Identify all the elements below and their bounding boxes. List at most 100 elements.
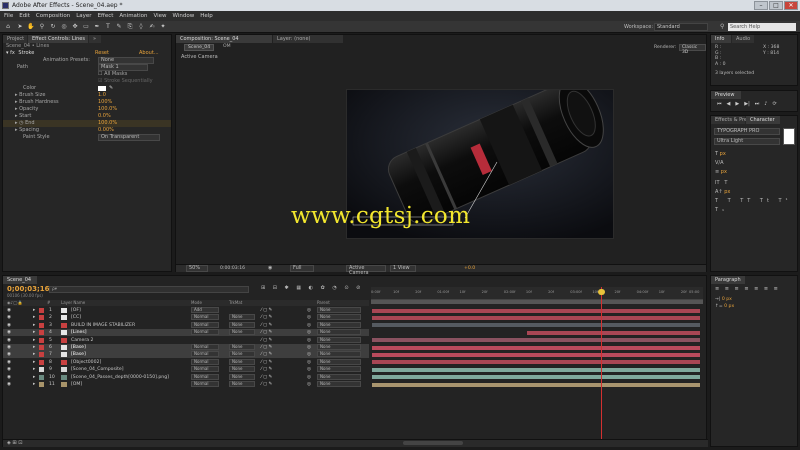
baseline-unit[interactable]: px xyxy=(724,189,730,195)
zoom-select[interactable]: 50% xyxy=(186,265,208,272)
tab-timeline-scene04[interactable]: Scene_04 xyxy=(3,276,37,284)
tab-preview[interactable]: Preview xyxy=(711,91,741,99)
layer-name[interactable]: [Lines] xyxy=(71,329,87,336)
path-select[interactable]: Mask 1 xyxy=(98,64,148,71)
layer-row[interactable]: ◉ ▸ 8 [Object0002] Normal None ⁄ ◻ ✎ ◎ None xyxy=(3,358,369,366)
view-layout-select[interactable]: 1 View xyxy=(390,265,416,272)
layer-duration-bar[interactable] xyxy=(371,307,701,314)
layer-duration-bar[interactable] xyxy=(371,344,701,351)
layer-row[interactable]: ◉ ▸ 1 [OF] Add ⁄ ◻ ✎ ◎ None xyxy=(3,307,369,314)
timeline-search-input[interactable]: ρ▾ xyxy=(49,286,249,293)
layer-row[interactable]: ◉ ▸ 6 [Base] Normal None ⁄ ◻ ✎ ◎ None xyxy=(3,344,369,351)
tab-overflow[interactable]: » xyxy=(89,35,101,43)
layer-name[interactable]: [Scene_04_Passes_depth[0000-0150].png] xyxy=(71,374,169,381)
prop-color-row[interactable]: Color ✎ xyxy=(3,85,171,92)
prop-start-row[interactable]: ▸ Start 0.0% xyxy=(3,113,171,120)
layer-duration-bar[interactable] xyxy=(371,381,701,388)
tab-composition[interactable]: Composition: Scene_04 xyxy=(176,35,272,43)
menu-file[interactable]: File xyxy=(4,11,13,21)
alignment-buttons[interactable]: ≡ ≡ ≡ ≡ ≡ ≡ ≡ xyxy=(715,286,780,292)
layer-row[interactable]: ◉ ▸ 4 [Lines] Normal None ⁄ ◻ ✎ ◎ None xyxy=(3,329,369,337)
layer-duration-bar[interactable] xyxy=(371,314,701,321)
label-color-chip[interactable] xyxy=(39,308,44,313)
tab-audio[interactable]: Audio xyxy=(732,35,754,43)
parent-select[interactable]: None xyxy=(317,336,361,343)
expand-arrow-icon[interactable]: ▸ xyxy=(33,329,35,336)
blend-mode-select[interactable]: Normal xyxy=(191,358,219,365)
clone-tool-icon[interactable]: ⎘ xyxy=(126,23,134,31)
label-color-chip[interactable] xyxy=(39,337,44,343)
parent-pickwhip-icon[interactable]: ◎ xyxy=(307,374,311,381)
timeline-switches-toolbar[interactable]: ⊞ ⊟ ✱ ▦ ◐ ✿ ◔ ⊙ ⊘ xyxy=(261,285,363,291)
visibility-eye-icon[interactable]: ◉ xyxy=(7,381,11,388)
parent-pickwhip-icon[interactable]: ◎ xyxy=(307,351,311,358)
zoom-slider[interactable] xyxy=(403,441,463,445)
tab-effect-controls[interactable]: Effect Controls: Lines xyxy=(28,35,88,43)
menu-effect[interactable]: Effect xyxy=(98,11,114,21)
label-color-chip[interactable] xyxy=(39,382,44,387)
prop-spacing-row[interactable]: ▸ Spacing 0.00% xyxy=(3,127,171,134)
tab-paragraph[interactable]: Paragraph xyxy=(711,276,745,284)
next-frame-icon[interactable]: ▶| xyxy=(744,101,750,107)
hand-tool-icon[interactable]: ✋ xyxy=(27,23,35,31)
expand-arrow-icon[interactable]: ▸ xyxy=(15,120,18,126)
blend-mode-select[interactable]: Normal xyxy=(191,351,219,358)
maximize-icon[interactable]: □ xyxy=(769,1,783,10)
layer-name[interactable]: BUILD IN IMAGE STABILIZER xyxy=(71,322,135,329)
label-color-chip[interactable] xyxy=(39,359,44,365)
home-icon[interactable]: ⌂ xyxy=(4,23,12,31)
tab-layer[interactable]: Layer: (none) xyxy=(273,35,343,43)
prop-value[interactable]: 0.00% xyxy=(98,127,114,134)
label-color-chip[interactable] xyxy=(39,367,44,373)
time-ruler[interactable]: 0:00f 10f 20f 01:00f 10f 20f 02:00f 10f 20f 03:00… xyxy=(371,287,703,300)
layer-duration-bar[interactable] xyxy=(371,322,701,329)
parent-select[interactable]: None xyxy=(317,351,361,358)
prop-opacity-row[interactable]: ▸ Opacity 100.0% xyxy=(3,106,171,113)
layer-switches[interactable]: ⁄ ◻ ✎ xyxy=(261,337,272,344)
expand-arrow-icon[interactable]: ▸ xyxy=(33,314,35,321)
camera-snapshot-icon[interactable]: ◉ xyxy=(268,265,272,272)
visibility-eye-icon[interactable]: ◉ xyxy=(7,322,11,329)
footer-timecode[interactable]: 0:00:03:16 xyxy=(220,265,245,272)
visibility-eye-icon[interactable]: ◉ xyxy=(7,337,11,344)
camera-tool-icon[interactable]: ◎ xyxy=(60,23,68,31)
expand-arrow-icon[interactable]: ▸ xyxy=(15,106,18,112)
layer-row[interactable]: ◉ ▸ 5 Camera 2 ⁄ ◻ ✎ ◎ None xyxy=(3,336,369,344)
paint-style-select[interactable]: On Transparent xyxy=(98,134,160,141)
layer-switches[interactable]: ⁄ ◻ ✎ xyxy=(261,344,272,351)
layer-switches[interactable]: ⁄ ◻ ✎ xyxy=(261,307,272,314)
pan-behind-tool-icon[interactable]: ✥ xyxy=(71,23,79,31)
layer-name[interactable]: [Scene_04_Composite] xyxy=(71,366,124,373)
visibility-eye-icon[interactable]: ◉ xyxy=(7,329,11,336)
menu-animation[interactable]: Animation xyxy=(119,11,147,21)
track-matte-select[interactable]: None xyxy=(229,329,255,336)
roto-tool-icon[interactable]: ✍ xyxy=(148,23,156,31)
layer-duration-bar[interactable] xyxy=(526,329,701,336)
menu-edit[interactable]: Edit xyxy=(19,11,30,21)
parent-select[interactable]: None xyxy=(317,314,361,321)
layer-name[interactable]: [Object0002] xyxy=(71,359,101,366)
parent-select[interactable]: None xyxy=(317,358,361,365)
search-help-input[interactable]: Search Help xyxy=(728,23,796,31)
font-size-unit[interactable]: px xyxy=(720,151,726,157)
rotate-tool-icon[interactable]: ↻ xyxy=(49,23,57,31)
expand-arrow-icon[interactable]: ▸ xyxy=(33,374,35,381)
puppet-tool-icon[interactable]: ✦ xyxy=(159,23,167,31)
expand-arrow-icon[interactable]: ▸ xyxy=(15,127,18,133)
expand-arrow-icon[interactable]: ▸ xyxy=(15,92,18,98)
all-masks-checkbox[interactable]: ☐ All Masks xyxy=(3,71,171,78)
eraser-tool-icon[interactable]: ◊ xyxy=(137,23,145,31)
mask-tool-icon[interactable]: ▭ xyxy=(82,23,90,31)
layer-duration-bar[interactable] xyxy=(371,337,701,344)
reset-link[interactable]: Reset xyxy=(95,50,109,57)
label-color-chip[interactable] xyxy=(39,345,44,350)
layer-name[interactable]: [Base] xyxy=(71,344,86,351)
layer-row[interactable]: ◉ ▸ 7 [Base] Normal None ⁄ ◻ ✎ ◎ None xyxy=(3,351,369,359)
expand-arrow-icon[interactable]: ▸ xyxy=(33,307,35,314)
blend-mode-select[interactable]: Normal xyxy=(191,373,219,380)
layer-name[interactable]: [Base] xyxy=(71,351,86,358)
fill-color-swatch[interactable] xyxy=(783,128,795,145)
prop-paint-style-row[interactable]: Paint Style On Transparent xyxy=(3,134,171,141)
last-frame-icon[interactable]: ⏭ xyxy=(755,101,760,107)
first-frame-icon[interactable]: ⏮ xyxy=(717,101,722,107)
